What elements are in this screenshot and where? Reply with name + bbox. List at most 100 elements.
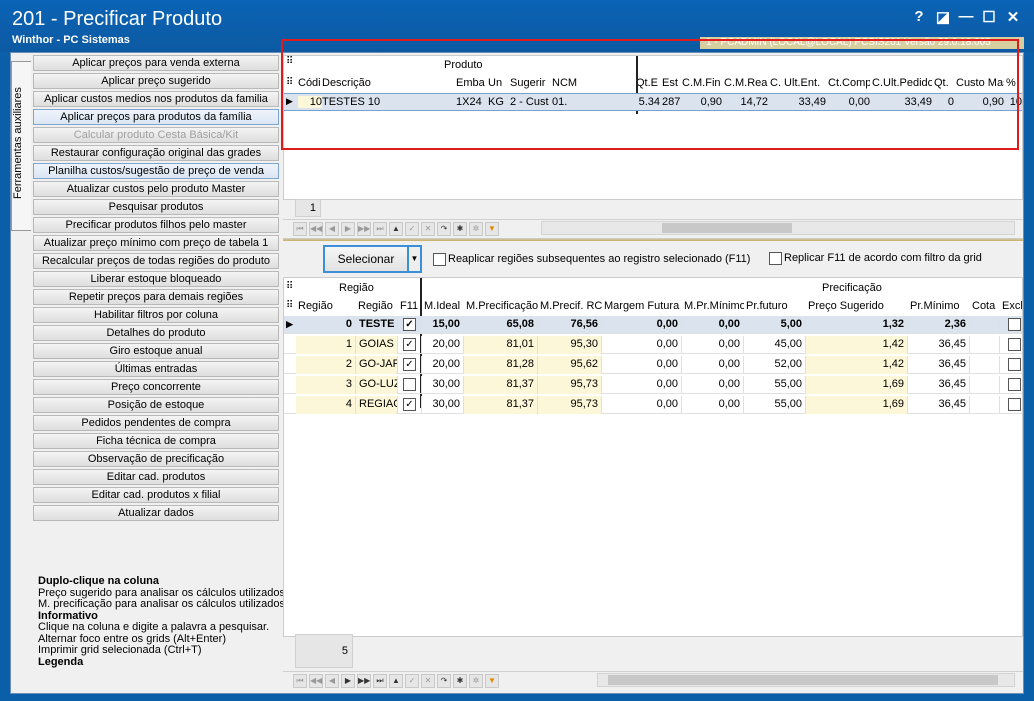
product-cell[interactable]: KG — [488, 96, 508, 108]
filter-icon[interactable]: ✱ — [453, 222, 467, 236]
region-cell[interactable]: 0,00 — [602, 356, 682, 374]
scroll-thumb[interactable] — [662, 223, 792, 233]
f11-checkbox[interactable]: ✓ — [403, 338, 416, 351]
excluir-checkbox[interactable] — [1008, 398, 1021, 411]
region-column-header[interactable]: Cota — [972, 300, 1000, 312]
tool-button[interactable]: Pedidos pendentes de compra — [33, 415, 279, 431]
tool-button[interactable]: Observação de precificação — [33, 451, 279, 467]
region-cell[interactable]: 95,73 — [538, 396, 602, 414]
filter-icon[interactable]: ✱ — [453, 674, 467, 688]
tool-button[interactable]: Precificar produtos filhos pelo master — [33, 217, 279, 233]
region-cell[interactable]: 0,00 — [682, 336, 744, 354]
first-record-icon[interactable]: ⏮ — [293, 222, 307, 236]
product-column-header[interactable]: Descrição — [322, 77, 454, 89]
product-column-header[interactable]: Qt.E — [636, 77, 660, 89]
region-cell[interactable]: 45,00 — [744, 336, 806, 354]
product-cell[interactable]: 10 — [298, 96, 322, 108]
clear-filter-icon[interactable]: ✲ — [469, 222, 483, 236]
product-cell[interactable]: 14,72 — [724, 96, 768, 108]
reaplicar-checkbox[interactable] — [433, 253, 446, 266]
region-cell[interactable]: 1 — [296, 336, 356, 354]
region-cell[interactable]: 30,00 — [422, 376, 464, 394]
product-column-header[interactable]: NCM — [552, 77, 632, 89]
excluir-checkbox[interactable] — [1008, 378, 1021, 391]
product-column-header[interactable]: C.Ult.Pedido — [872, 77, 932, 89]
product-cell[interactable]: 2 - Cust — [510, 96, 550, 108]
tool-button[interactable]: Aplicar preços para produtos da família — [33, 109, 279, 125]
tool-button[interactable]: Habilitar filtros por coluna — [33, 307, 279, 323]
f11-checkbox[interactable]: ✓ — [403, 318, 416, 331]
column-menu-icon[interactable]: ⠿ — [286, 77, 293, 88]
product-cell[interactable]: 0,90 — [956, 96, 1004, 108]
tool-button[interactable]: Atualizar dados — [33, 505, 279, 521]
region-hscrollbar[interactable] — [597, 673, 1015, 687]
prev-record-icon[interactable]: ◀ — [325, 674, 339, 688]
scroll-thumb[interactable] — [608, 675, 998, 685]
region-cell[interactable]: 1,42 — [806, 356, 908, 374]
region-cell[interactable]: 55,00 — [744, 396, 806, 414]
product-cell[interactable]: 1X24 — [456, 96, 486, 108]
grid-menu-icon[interactable]: ⠿ — [286, 56, 293, 67]
region-cell[interactable]: 36,45 — [908, 396, 970, 414]
tool-button[interactable]: Atualizar custos pelo produto Master — [33, 181, 279, 197]
tool-button[interactable]: Aplicar custos medios nos produtos da fa… — [33, 91, 279, 107]
tool-button[interactable]: Preço concorrente — [33, 379, 279, 395]
f11-checkbox[interactable]: ✓ — [403, 398, 416, 411]
region-cell[interactable]: GO-JAR — [356, 356, 398, 374]
region-cell[interactable]: 81,01 — [464, 336, 538, 354]
region-cell[interactable]: ✓ — [398, 316, 422, 334]
product-column-header[interactable]: Códi — [298, 77, 322, 89]
excluir-checkbox[interactable] — [1008, 338, 1021, 351]
region-cell[interactable]: 2 — [296, 356, 356, 374]
region-cell[interactable]: 0,00 — [682, 356, 744, 374]
region-cell[interactable]: 2,36 — [908, 316, 970, 334]
next-page-icon[interactable]: ▶▶ — [357, 674, 371, 688]
product-column-header[interactable]: Qt. — [934, 77, 954, 89]
product-grid[interactable]: ⠿ Produto ⠿ Códi Descrição Emba Un Sugerir NC… — [283, 55, 1023, 200]
next-record-icon[interactable]: ▶ — [341, 222, 355, 236]
tool-button[interactable]: Aplicar preços para venda externa — [33, 55, 279, 71]
tool-button[interactable]: Detalhes do produto — [33, 325, 279, 341]
region-column-header[interactable]: M.Precif. RC — [540, 300, 602, 312]
product-cell[interactable]: 10 — [1006, 96, 1022, 108]
region-column-header[interactable]: M.Precificação — [466, 300, 538, 312]
product-column-header[interactable]: Sugerir — [510, 77, 550, 89]
close-button[interactable]: ✕ — [1004, 8, 1022, 26]
tool-button[interactable]: Editar cad. produtos x filial — [33, 487, 279, 503]
grid-menu-icon[interactable]: ⠿ — [286, 281, 293, 292]
product-column-header[interactable]: C.M.Fin — [682, 77, 722, 89]
insert-icon[interactable]: ▲ — [389, 222, 403, 236]
product-column-header[interactable]: Ct.Comp — [828, 77, 870, 89]
product-cell[interactable]: 0 — [934, 96, 954, 108]
last-record-icon[interactable]: ⏭ — [373, 674, 387, 688]
region-cell[interactable]: 81,37 — [464, 396, 538, 414]
region-column-header[interactable]: Pr.futuro — [746, 300, 806, 312]
post-icon[interactable]: ✓ — [405, 674, 419, 688]
insert-icon[interactable]: ▲ — [389, 674, 403, 688]
restore-layout-button[interactable]: ◪ — [934, 8, 952, 26]
product-cell[interactable]: 33,49 — [770, 96, 826, 108]
tab-ferramentas-auxiliares[interactable]: Ferramentas auxiliares — [11, 61, 31, 231]
region-cell[interactable]: ✓ — [398, 336, 422, 354]
region-row[interactable]: ▶ 0 TESTE ✓ 15,00 65,08 76,56 0,00 0,00 5,00 1,32 2… — [284, 316, 1022, 334]
region-cell[interactable] — [1000, 376, 1022, 394]
f11-checkbox[interactable]: ✓ — [403, 358, 416, 371]
next-page-icon[interactable]: ▶▶ — [357, 222, 371, 236]
region-cell[interactable] — [970, 336, 1000, 354]
region-cell[interactable]: 1,69 — [806, 376, 908, 394]
region-column-header[interactable]: Margem Futura — [604, 300, 682, 312]
tool-button[interactable]: Ficha técnica de compra — [33, 433, 279, 449]
post-icon[interactable]: ✓ — [405, 222, 419, 236]
next-record-icon[interactable]: ▶ — [341, 674, 355, 688]
region-cell[interactable] — [970, 316, 1000, 334]
region-row[interactable]: 4 REGIAO ✓ 30,00 81,37 95,73 0,00 0,00 55,00 1,69… — [284, 396, 1022, 414]
region-column-header[interactable]: Excluid — [1002, 300, 1022, 312]
product-column-header[interactable]: C.M.Rea — [724, 77, 768, 89]
tool-button[interactable]: Aplicar preço sugerido — [33, 73, 279, 89]
tool-button[interactable]: Liberar estoque bloqueado — [33, 271, 279, 287]
product-row-selected[interactable]: ▶ 10 TESTES 10 1X24 KG 2 - Cust 01. 5.34 287 0,9… — [284, 93, 1022, 111]
column-menu-icon[interactable]: ⠿ — [286, 300, 293, 311]
region-cell[interactable] — [398, 376, 422, 394]
region-cell[interactable]: 76,56 — [538, 316, 602, 334]
region-cell[interactable]: 65,08 — [464, 316, 538, 334]
